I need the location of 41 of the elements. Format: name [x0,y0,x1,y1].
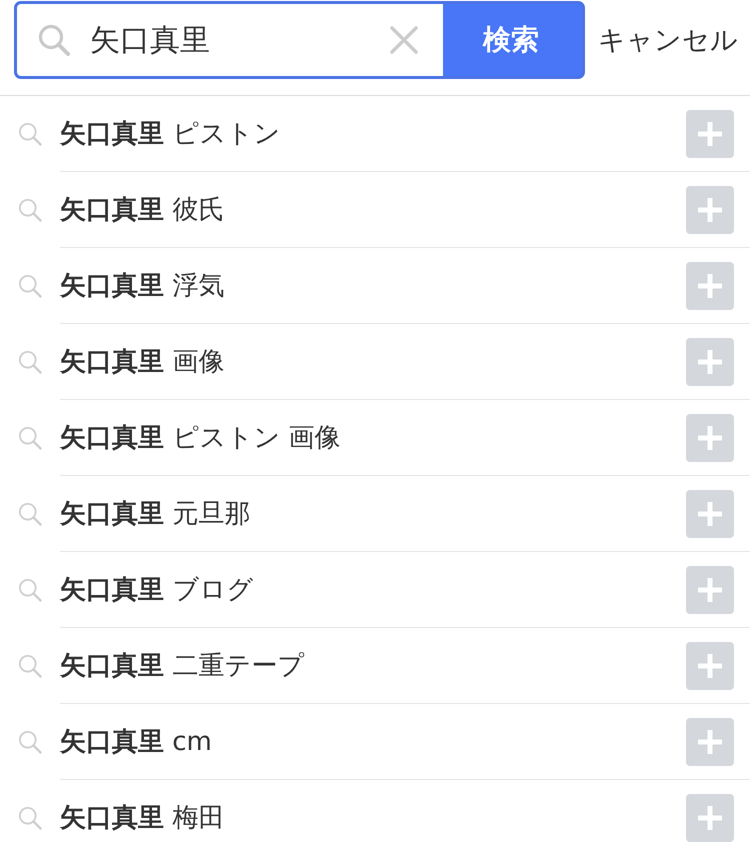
suggestion-text[interactable]: 矢口真里 ピストン [60,116,280,151]
suggestion-text[interactable]: 矢口真里 梅田 [60,800,224,835]
suggestion-text[interactable]: 矢口真里 浮気 [60,268,224,303]
plus-icon [698,502,722,526]
search-icon [18,426,42,450]
search-icon [18,198,42,222]
search-icon [18,122,42,146]
plus-icon [698,578,722,602]
suggestion-text[interactable]: 矢口真里 ブログ [60,572,254,607]
search-icon [18,274,42,298]
plus-icon [698,654,722,678]
search-icon [18,578,42,602]
suggestion-text[interactable]: 矢口真里 ピストン 画像 [60,420,341,455]
add-button[interactable] [686,414,734,462]
add-button[interactable] [686,566,734,614]
suggestion-text[interactable]: 矢口真里 元旦那 [60,496,250,531]
add-button[interactable] [686,186,734,234]
plus-icon [698,806,722,830]
plus-icon [698,198,722,222]
suggestion-text[interactable]: 矢口真里 cm [60,724,212,759]
suggestion-text[interactable]: 矢口真里 画像 [60,344,224,379]
plus-icon [698,274,722,298]
search-icon [18,806,42,830]
plus-icon [698,426,722,450]
suggestion-text[interactable]: 矢口真里 彼氏 [60,192,224,227]
search-icon [18,730,42,754]
plus-icon [698,730,722,754]
suggestion-text[interactable]: 矢口真里 二重テープ [60,648,304,683]
cancel-button[interactable]: キャンセル [598,22,738,58]
search-icon [18,350,42,374]
search-icon [18,654,42,678]
add-button[interactable] [686,642,734,690]
add-button[interactable] [686,490,734,538]
plus-icon [698,122,722,146]
plus-icon [698,350,722,374]
add-button[interactable] [686,338,734,386]
add-button[interactable] [686,262,734,310]
add-button[interactable] [686,110,734,158]
search-icon [18,502,42,526]
add-button[interactable] [686,794,734,842]
add-button[interactable] [686,718,734,766]
